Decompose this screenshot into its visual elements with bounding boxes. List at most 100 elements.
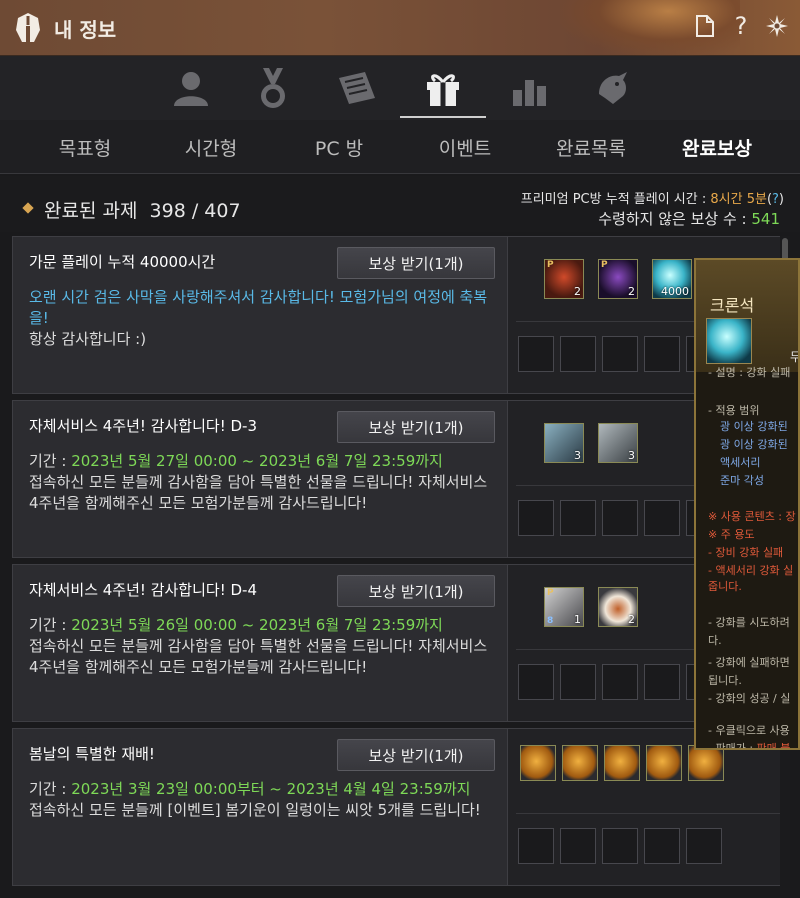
tooltip-line: - 우클릭으로 사용	[708, 724, 790, 737]
tooltip-line: 광 이상 강화된	[720, 420, 788, 433]
period-label: 기간 :	[29, 780, 72, 798]
tooltip-header: 크론석 무	[696, 260, 798, 372]
tooltip-line: - 설명 : 강화 실패	[708, 366, 791, 379]
summary-bar: 완료된 과제 398 / 407 프리미엄 PC방 누적 플레이 시간 : 8시…	[0, 176, 800, 232]
tab-goal[interactable]: 목표형	[22, 120, 148, 174]
unclaimed-value: 541	[751, 210, 780, 228]
seed-icon[interactable]	[688, 745, 724, 781]
seed-icon[interactable]	[646, 745, 682, 781]
tooltip-line: - 판매가 : 판매 불	[708, 740, 791, 750]
reward-card: 자체서비스 4주년! 감사합니다! D-3 보상 받기(1개) 기간 : 202…	[12, 400, 508, 558]
seed-icon[interactable]	[562, 745, 598, 781]
tooltip-line: - 강화의 성공 / 실	[708, 692, 791, 705]
card-description: 접속하신 모든 분들께 감사함을 담아 특별한 선물을 드립니다! 자체서비스 …	[29, 473, 488, 512]
seed-icon[interactable]	[604, 745, 640, 781]
reward-list: 가문 플레이 누적 40000시간 보상 받기(1개) 오랜 시간 검은 사막을…	[12, 236, 790, 898]
tooltip-line: - 강화를 시도하려	[708, 616, 790, 629]
completed-label: 완료된 과제	[44, 200, 138, 222]
card-title: 자체서비스 4주년! 감사합니다! D-4	[29, 581, 257, 599]
cron-stone-icon	[706, 318, 752, 364]
card-body: 기간 : 2023년 5월 27일 00:00 ~ 2023년 6월 7일 23…	[29, 451, 495, 514]
period-label: 기간 :	[29, 452, 72, 470]
claim-reward-button[interactable]: 보상 받기(1개)	[337, 575, 495, 607]
period-value: 2023년 5월 27일 00:00 ~ 2023년 6월 7일 23:59까지	[71, 452, 443, 470]
profile-icon[interactable]	[166, 64, 216, 112]
tooltip-line: - 적용 범위	[708, 404, 760, 417]
reward-slots	[508, 728, 790, 886]
tab-completed-list[interactable]: 완료목록	[528, 120, 654, 174]
tab-time[interactable]: 시간형	[148, 120, 274, 174]
tooltip-weight: 무	[790, 350, 800, 364]
unclaimed-rewards: 수령하지 않은 보상 수 : 541	[598, 208, 780, 229]
document-icon[interactable]	[692, 12, 718, 40]
creature-icon[interactable]	[588, 64, 638, 112]
tooltip-line: 줍니다.	[708, 580, 742, 593]
card-body: 기간 : 2023년 3월 23일 00:00부터 ~ 2023년 4월 4일 …	[29, 779, 495, 821]
cron-stone-icon[interactable]: 4000	[652, 259, 692, 299]
tooltip-line: - 액세서리 강화 실	[708, 564, 794, 577]
tooltip-line: ※ 사용 콘텐츠 : 장	[708, 510, 796, 523]
window-titlebar: 내 정보 ?	[0, 0, 800, 56]
tooltip-line: 됩니다.	[708, 674, 742, 687]
stats-chart-icon[interactable]	[504, 64, 554, 112]
empty-slot-row	[516, 813, 781, 865]
card-message-2: 항상 감사합니다 :)	[29, 330, 147, 348]
tooltip-line: 광 이상 강화된	[720, 438, 788, 451]
tab-bar: 목표형 시간형 PC 방 이벤트 완료목록 완료보상	[0, 120, 800, 174]
medal-icon[interactable]	[248, 64, 298, 112]
tab-event[interactable]: 이벤트	[402, 120, 528, 174]
completed-count: 398 / 407	[149, 200, 241, 222]
tooltip-sell-label: - 판매가 :	[708, 742, 757, 750]
card-body: 기간 : 2023년 5월 26일 00:00 ~ 2023년 6월 7일 23…	[29, 615, 495, 678]
card-title: 가문 플레이 누적 40000시간	[29, 253, 216, 271]
claim-reward-button[interactable]: 보상 받기(1개)	[337, 247, 495, 279]
claim-reward-button[interactable]: 보상 받기(1개)	[337, 411, 495, 443]
tea-cup-icon[interactable]: 2	[598, 587, 638, 627]
pc-time-label: 프리미엄 PC방 누적 플레이 시간 :	[520, 192, 711, 207]
help-icon[interactable]: ?	[728, 12, 754, 40]
card-body: 오랜 시간 검은 사막을 사랑해주셔서 감사합니다! 모험가님의 여정에 축복을…	[29, 287, 495, 350]
tooltip-item-name: 크론석	[710, 296, 755, 315]
pc-time-close: )	[778, 192, 784, 207]
tooltip-line: - 강화에 실패하면	[708, 656, 790, 669]
reward-card: 봄날의 특별한 재배! 보상 받기(1개) 기간 : 2023년 3월 23일 …	[12, 728, 508, 886]
tooltip-line: ※ 주 용도	[708, 528, 755, 541]
unclaimed-label: 수령하지 않은 보상 수 :	[598, 210, 752, 228]
scroll-icon[interactable]: 3	[544, 423, 584, 463]
item-tooltip: 크론석 무 - 설명 : 강화 실패 - 적용 범위 광 이상 강화된 광 이상…	[694, 258, 800, 750]
seed-icon[interactable]	[520, 745, 556, 781]
card-title: 봄날의 특별한 재배!	[29, 745, 155, 763]
claim-reward-button[interactable]: 보상 받기(1개)	[337, 739, 495, 771]
tooltip-line: - 장비 강화 실패	[708, 546, 784, 559]
card-description: 접속하신 모든 분들께 [이벤트] 봄기운이 일렁이는 씨앗 5개를 드립니다!	[29, 801, 481, 819]
costume-box-icon[interactable]: P2	[544, 259, 584, 299]
tab-completed-rewards[interactable]: 완료보상	[654, 120, 780, 174]
completed-tasks: 완료된 과제 398 / 407	[44, 196, 241, 223]
tab-pc-cafe[interactable]: PC 방	[276, 120, 402, 174]
net-icon[interactable]: P81	[544, 587, 584, 627]
period-value: 2023년 5월 26일 00:00 ~ 2023년 6월 7일 23:59까지	[71, 616, 443, 634]
tooltip-line: 다.	[708, 634, 722, 647]
pc-time-value: 8시간 5분	[710, 192, 767, 207]
tooltip-line: 액세서리	[720, 456, 761, 469]
tooltip-line: 준마 각성	[720, 474, 764, 487]
period-label: 기간 :	[29, 616, 72, 634]
pc-playtime: 프리미엄 PC방 누적 플레이 시간 : 8시간 5분(?)	[521, 188, 784, 207]
gift-icon[interactable]	[400, 64, 486, 118]
settings-icon[interactable]	[764, 12, 790, 40]
window-tools: ?	[692, 12, 790, 40]
tooltip-sell-value: 판매 불	[756, 742, 791, 750]
reward-card: 가문 플레이 누적 40000시간 보상 받기(1개) 오랜 시간 검은 사막을…	[12, 236, 508, 394]
pc-time-help-icon[interactable]: ?	[772, 192, 779, 207]
helmet-icon	[16, 13, 40, 42]
scroll-icon[interactable]: 3	[598, 423, 638, 463]
card-title: 자체서비스 4주년! 감사합니다! D-3	[29, 417, 257, 435]
reward-card: 자체서비스 4주년! 감사합니다! D-4 보상 받기(1개) 기간 : 202…	[12, 564, 508, 722]
diamond-bullet-icon	[22, 202, 34, 214]
window-title: 내 정보	[54, 18, 117, 42]
card-message: 오랜 시간 검은 사막을 사랑해주셔서 감사합니다! 모험가님의 여정에 축복을…	[29, 288, 488, 327]
scroll-map-icon[interactable]	[332, 64, 382, 112]
card-description: 접속하신 모든 분들께 감사함을 담아 특별한 선물을 드립니다! 자체서비스 …	[29, 637, 488, 676]
dark-box-icon[interactable]: P2	[598, 259, 638, 299]
period-value: 2023년 3월 23일 00:00부터 ~ 2023년 4월 4일 23:59…	[71, 780, 471, 798]
